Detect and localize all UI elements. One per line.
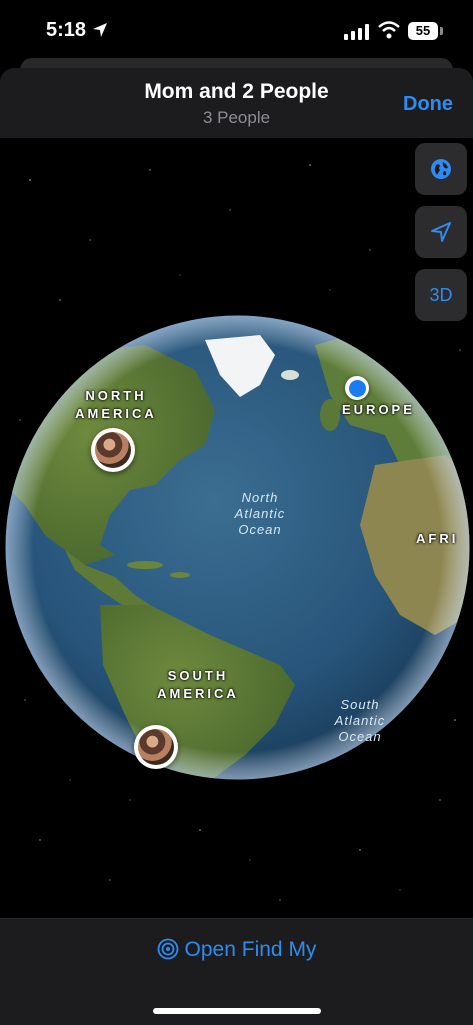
find-my-icon bbox=[157, 938, 178, 960]
north-america-label: NORTH AMERICA bbox=[68, 387, 164, 423]
3d-toggle-button[interactable]: 3D bbox=[415, 269, 467, 321]
south-america-label-line2: AMERICA bbox=[157, 686, 239, 701]
my-location-dot[interactable] bbox=[345, 376, 369, 400]
south-atlantic-label-line2: Atlantic bbox=[334, 713, 386, 728]
home-indicator[interactable] bbox=[153, 1008, 321, 1014]
globe-icon bbox=[431, 159, 451, 179]
cellular-signal-icon bbox=[344, 24, 369, 40]
south-america-label-line1: SOUTH bbox=[167, 668, 229, 683]
north-atlantic-label-line3: Ocean bbox=[238, 522, 282, 537]
north-atlantic-label-line1: North bbox=[241, 490, 279, 505]
south-america-label: SOUTH AMERICA bbox=[148, 667, 248, 703]
europe-label: EUROPE bbox=[342, 402, 415, 417]
person-avatar bbox=[95, 432, 131, 468]
north-america-label-line2: AMERICA bbox=[75, 406, 157, 421]
globe-image bbox=[5, 315, 470, 780]
map-style-button[interactable] bbox=[415, 143, 467, 195]
person-pin-north-america[interactable] bbox=[91, 428, 135, 472]
battery-indicator: 55 bbox=[408, 22, 438, 40]
done-button[interactable]: Done bbox=[403, 93, 453, 116]
location-arrow-icon bbox=[431, 222, 451, 242]
status-bar: 5:18 55 bbox=[0, 0, 473, 64]
open-find-my-button[interactable]: Open Find My bbox=[0, 938, 473, 962]
status-time: 5:18 bbox=[46, 19, 87, 41]
location-arrow-icon bbox=[93, 23, 107, 37]
person-pin-south-america[interactable] bbox=[134, 725, 178, 769]
wifi-icon bbox=[378, 21, 400, 39]
africa-label: AFRI bbox=[416, 531, 459, 546]
north-america-label-line1: NORTH bbox=[85, 388, 147, 403]
battery-nub bbox=[440, 27, 443, 35]
south-atlantic-label: South Atlantic Ocean bbox=[325, 697, 395, 745]
my-location-dot-inner bbox=[348, 379, 366, 397]
north-atlantic-label-line2: Atlantic bbox=[234, 506, 286, 521]
person-avatar bbox=[138, 729, 174, 765]
globe-map[interactable] bbox=[5, 315, 470, 780]
north-atlantic-label: North Atlantic Ocean bbox=[225, 490, 295, 538]
current-location-button[interactable] bbox=[415, 206, 467, 258]
south-atlantic-label-line1: South bbox=[340, 697, 380, 712]
open-find-my-label: Open Find My bbox=[184, 938, 317, 961]
south-atlantic-label-line3: Ocean bbox=[338, 729, 382, 744]
